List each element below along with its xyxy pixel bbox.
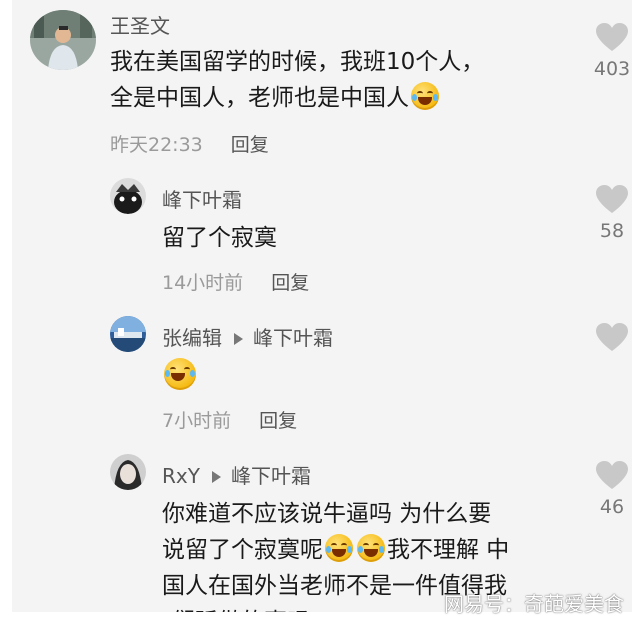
comment-time: 昨天22:33	[110, 134, 203, 156]
comment-text-line: 全是中国人，老师也是中国人	[110, 80, 580, 116]
reply-username[interactable]: 张编辑	[162, 326, 222, 350]
reply-text-line-cut: 们骄傲的事吗	[172, 604, 310, 612]
reply-username[interactable]: RxY	[162, 464, 200, 488]
reply-text-line: 你难道不应该说牛逼吗 为什么要	[162, 501, 492, 527]
comment-text-line: 我在美国留学的时候，我班10个人，	[110, 49, 485, 75]
heart-icon	[596, 23, 628, 51]
play-triangle-icon	[211, 471, 221, 483]
comment-text-span: 全是中国人，老师也是中国人	[110, 85, 409, 111]
comment-meta: 昨天22:33 回复	[110, 130, 269, 157]
like-button[interactable]: 58	[592, 184, 632, 242]
reply-header: RxY 峰下叶霜	[162, 460, 311, 489]
reply-text-span: 说留了个寂寞呢	[162, 537, 323, 563]
avatar[interactable]	[110, 316, 146, 352]
comment-text: 我在美国留学的时候，我班10个人， 全是中国人，老师也是中国人	[110, 44, 580, 116]
play-triangle-icon	[234, 333, 243, 345]
reply-text: 留了个寂寞	[162, 225, 277, 251]
reply-text	[162, 358, 198, 396]
reply-button[interactable]: 回复	[231, 134, 269, 156]
reply-text-span: 我不理解 中	[387, 537, 510, 563]
reply-to-username[interactable]: 峰下叶霜	[231, 464, 311, 488]
avatar-photo	[110, 178, 146, 214]
avatar[interactable]	[30, 10, 96, 70]
laughing-emoji-icon	[411, 82, 439, 110]
comment-username[interactable]: 王圣文	[110, 10, 170, 39]
like-button[interactable]: 403	[592, 22, 632, 80]
reply-time: 7小时前	[162, 410, 232, 432]
like-button[interactable]: 46	[592, 460, 632, 518]
avatar[interactable]	[110, 178, 146, 214]
reply-to-username[interactable]: 峰下叶霜	[253, 326, 333, 350]
comment-list: 王圣文 我在美国留学的时候，我班10个人， 全是中国人，老师也是中国人 昨天22…	[12, 0, 632, 612]
like-count: 46	[599, 496, 625, 518]
reply-meta: 7小时前 回复	[162, 406, 297, 433]
heart-icon	[596, 323, 628, 351]
laughing-emoji-icon	[357, 534, 385, 562]
laughing-emoji-icon	[164, 358, 196, 390]
heart-icon	[596, 461, 628, 489]
like-count: 58	[599, 220, 625, 242]
like-count: 403	[593, 58, 631, 80]
avatar-photo	[110, 316, 146, 352]
like-button[interactable]	[592, 322, 632, 356]
heart-icon	[596, 185, 628, 213]
reply-meta: 14小时前 回复	[162, 268, 309, 295]
watermark: 网易号：奇葩爱美食	[444, 592, 624, 616]
avatar-photo	[30, 10, 96, 70]
avatar-photo	[110, 454, 146, 490]
reply-username[interactable]: 峰下叶霜	[162, 184, 242, 213]
laughing-emoji-icon	[325, 534, 353, 562]
reply-header: 张编辑 峰下叶霜	[162, 322, 333, 351]
reply-text-line: 说留了个寂寞呢 我不理解 中	[162, 532, 592, 568]
avatar[interactable]	[110, 454, 146, 490]
reply-time: 14小时前	[162, 272, 244, 294]
reply-button[interactable]: 回复	[271, 272, 309, 294]
reply-button[interactable]: 回复	[259, 410, 297, 432]
